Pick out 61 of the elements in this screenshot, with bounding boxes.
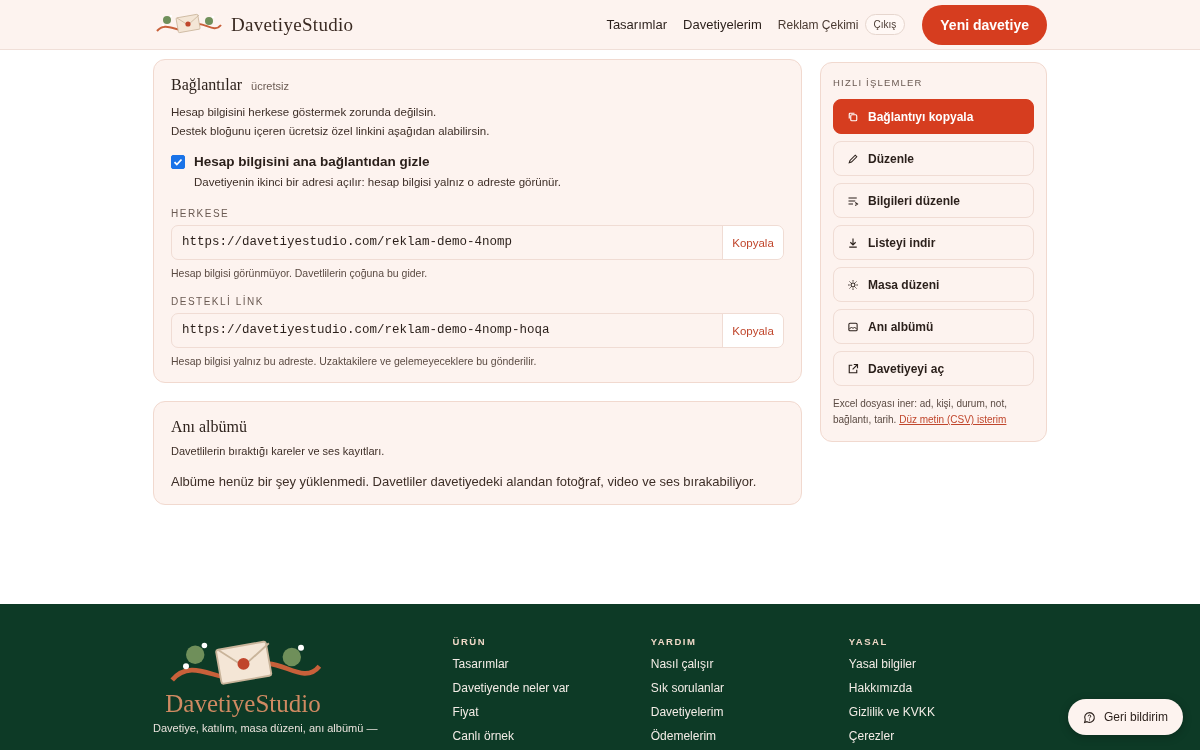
check-icon: [173, 157, 183, 167]
footer-link[interactable]: Fiyat: [452, 700, 651, 724]
footer-link[interactable]: Çerezler: [848, 724, 1047, 748]
footer-heading: YARDIM: [650, 636, 698, 647]
card-title: Anı albümü: [171, 418, 248, 436]
action-button[interactable]: Listeyi indir: [833, 225, 1034, 260]
footer-link[interactable]: Canlı örnek: [452, 724, 651, 748]
export-note: Excel dosyası iner: ad, kişi, durum, not, bağlantı, tarih. Düz metin (CSV) isterim: [833, 397, 1008, 427]
action-button[interactable]: Bağlantıyı kopyala: [833, 99, 1034, 134]
feedback-button[interactable]: Geri bildirim: [1068, 699, 1183, 735]
brand-name[interactable]: DavetiyeStudio: [231, 13, 354, 36]
action-button[interactable]: Anı albümü: [833, 309, 1034, 344]
intro-text: Destek bloğunu içeren ücretsiz özel linkini aşağıdan alabilirsin.: [171, 124, 491, 139]
download-icon: [847, 236, 859, 249]
footer-link[interactable]: Ödemelerim: [650, 724, 849, 748]
user-name: Reklam Çekimi: [777, 17, 859, 32]
external-link-icon: [847, 362, 859, 375]
chat-icon: [1083, 710, 1096, 724]
nav-link[interactable]: Davetiyelerim: [683, 17, 762, 32]
checkbox-label[interactable]: Hesap bilgisini ana bağlantıdan gizle: [194, 151, 561, 173]
footer-link[interactable]: Nasıl çalışır: [650, 652, 849, 676]
field-note: Hesap bilgisi görünmüyor. Davetlilerin çoğuna bu gider.: [171, 267, 429, 279]
field-label: DESTEKLİ LİNK: [171, 296, 265, 307]
footer-heading: YASAL: [848, 636, 889, 647]
action-button[interactable]: Düzenle: [833, 141, 1034, 176]
checkbox[interactable]: [171, 155, 185, 169]
new-invitation-button[interactable]: Yeni davetiye: [922, 4, 1047, 45]
list-icon: [847, 194, 859, 207]
footer-link[interactable]: Sık sorulanlar: [650, 676, 849, 700]
copy-button[interactable]: Kopyala: [722, 314, 783, 347]
checkbox-hint: Davetiyenin ikinci bir adresi açılır: hesap bilgisi yalnız o adreste görünür.: [194, 175, 561, 190]
action-button[interactable]: Bilgileri düzenle: [833, 183, 1034, 218]
footer-link[interactable]: Davetiyelerim: [650, 700, 849, 724]
album-subtitle: Davetlilerin bıraktığı kareler ve ses kayıtları.: [171, 444, 386, 459]
free-label: ücretsiz: [251, 80, 289, 92]
url-field[interactable]: https://davetiyestudio.com/reklam-demo-4nomp Kopyala: [171, 225, 784, 260]
footer-link[interactable]: Gizlilik ve KVKK: [848, 700, 1047, 724]
footer-link[interactable]: Tasarımlar: [452, 652, 651, 676]
footer-link[interactable]: Yasal bilgiler: [848, 652, 1047, 676]
logout-button[interactable]: Çıkış: [864, 14, 906, 35]
empty-message: Albüme henüz bir şey yüklenmedi. Davetliler davetiyedeki alandan fotoğraf, video ve ses bırakabiliyor.: [171, 474, 758, 489]
footer-link[interactable]: Davetiyende neler var: [452, 676, 651, 700]
copy-button[interactable]: Kopyala: [722, 226, 783, 259]
footer-brand-name[interactable]: DavetiyeStudio: [165, 690, 321, 719]
footer-link[interactable]: Hakkımızda: [848, 676, 1047, 700]
field-label: HERKESE: [171, 208, 231, 219]
field-note: Hesap bilgisi yalnız bu adreste. Uzaktakilere ve gelemeyeceklere bu gönderilir.: [171, 355, 538, 367]
intro-text: Hesap bilgisini herkese göstermek zorunda değilsin.: [171, 105, 438, 120]
nav-link[interactable]: Tasarımlar: [606, 17, 668, 32]
panel-title: HIZLI İŞLEMLER: [833, 77, 924, 88]
pencil-icon: [847, 152, 859, 165]
copy-icon: [847, 110, 859, 123]
footer-heading: ÜRÜN: [452, 636, 488, 647]
sun-icon: [847, 278, 859, 291]
card-title: Bağlantılar: [171, 76, 243, 94]
url-field[interactable]: https://davetiyestudio.com/reklam-demo-4nomp-hoqa Kopyala: [171, 313, 784, 348]
footer-tagline: Davetiye, katılım, masa düzeni, anı albümü —: [153, 722, 379, 735]
action-button[interactable]: Masa düzeni: [833, 267, 1034, 302]
image-icon: [847, 320, 859, 333]
action-button[interactable]: Davetiyeyi aç: [833, 351, 1034, 386]
csv-link[interactable]: Düz metin (CSV) isterim: [899, 414, 1007, 425]
